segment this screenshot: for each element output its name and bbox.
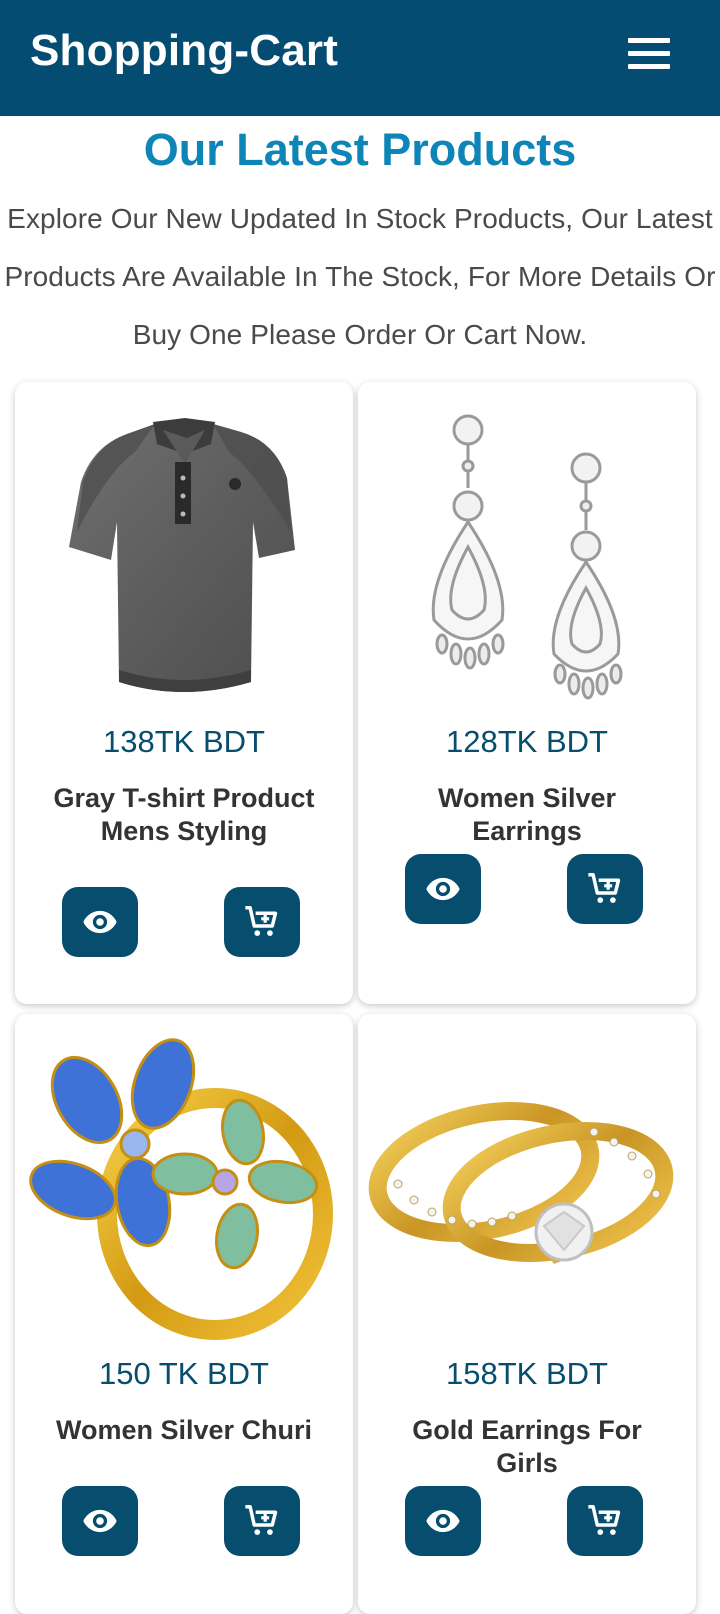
eye-icon [426,1509,460,1533]
menu-bar [628,38,670,43]
menu-bar [628,51,670,56]
view-product-button[interactable] [405,854,481,924]
view-product-button[interactable] [62,887,138,957]
eye-icon [83,910,117,934]
menu-bar [628,64,670,69]
cart-plus-icon [245,1505,278,1535]
hamburger-menu-icon[interactable] [620,28,680,80]
product-name[interactable]: Gray T-shirt Product Mens Styling [37,782,331,848]
product-price: 128TK BDT [446,724,608,759]
product-name[interactable]: Gold Earrings For Girls [380,1414,674,1480]
eye-icon [83,1509,117,1533]
cart-plus-icon [588,873,621,903]
product-card: 150 TK BDT Women Silver Churi [15,1014,353,1614]
view-product-button[interactable] [405,1486,481,1556]
cart-plus-icon [588,1505,621,1535]
silver-drop-earrings-image [358,382,696,712]
view-product-button[interactable] [62,1486,138,1556]
product-price: 158TK BDT [446,1356,608,1391]
product-card: 128TK BDT Women Silver Earrings [358,382,696,1004]
add-to-cart-button[interactable] [567,854,643,924]
top-navbar: Shopping-Cart [0,0,720,116]
gold-wedding-rings-image [358,1014,696,1344]
add-to-cart-button[interactable] [567,1486,643,1556]
brand-logo-text[interactable]: Shopping-Cart [30,26,338,76]
product-price: 138TK BDT [103,724,265,759]
gray-polo-tshirt-image [15,382,353,712]
product-name[interactable]: Women Silver Earrings [380,782,674,848]
product-price: 150 TK BDT [98,1356,269,1391]
add-to-cart-button[interactable] [224,1486,300,1556]
product-card: 158TK BDT Gold Earrings For Girls [358,1014,696,1614]
add-to-cart-button[interactable] [224,887,300,957]
eye-icon [426,877,460,901]
product-name[interactable]: Women Silver Churi [37,1414,331,1447]
cart-plus-icon [245,906,278,936]
section-title: Our Latest Products [143,124,577,175]
section-description: Explore Our New Updated In Stock Product… [4,203,716,350]
product-card: 138TK BDT Gray T-shirt Product Mens Styl… [15,382,353,1004]
gold-flower-ring-image [15,1014,353,1344]
